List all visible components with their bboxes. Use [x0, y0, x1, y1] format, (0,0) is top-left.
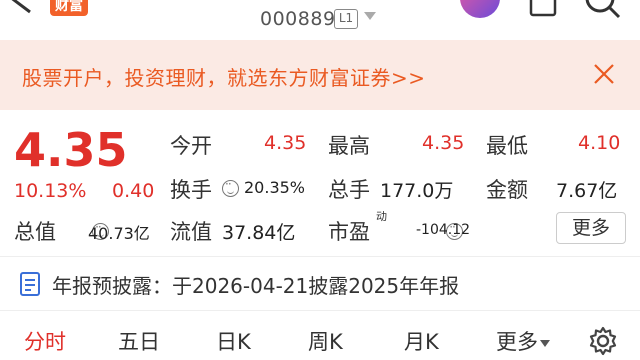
share-icon[interactable] — [528, 0, 558, 18]
app-logo: 财富 — [50, 0, 88, 16]
low-value: 4.10 — [578, 132, 621, 154]
mktcap-label: 总值 — [14, 220, 56, 244]
amount-label: 金额 — [486, 178, 528, 202]
level-badge: L1 — [334, 9, 358, 29]
amount-value: 7.67亿 — [556, 180, 618, 202]
high-label: 最高 — [328, 134, 370, 158]
avatar[interactable] — [460, 0, 500, 18]
turnover-label: 换手 — [170, 178, 212, 202]
pe-label: 市盈 — [328, 220, 370, 244]
document-icon — [20, 272, 40, 296]
change-percent: 10.13% — [14, 180, 87, 202]
promo-banner[interactable]: 股票开户，投资理财，就选东方财富证券>> — [0, 40, 640, 110]
chevron-down-icon[interactable] — [364, 12, 376, 20]
tab-weekly-k[interactable]: 周K — [308, 326, 343, 356]
turnover-value: 20.35% — [244, 178, 306, 197]
banner-text[interactable]: 股票开户，投资理财，就选东方财富证券>> — [22, 62, 426, 91]
volume-value: 177.0万 — [380, 180, 454, 202]
tab-monthly-k[interactable]: 月K — [404, 326, 439, 356]
pe-superscript: 动 — [376, 210, 387, 223]
chevron-down-icon — [540, 339, 550, 347]
divider — [0, 256, 640, 257]
divider — [0, 310, 640, 311]
tab-daily-k[interactable]: 日K — [216, 326, 251, 356]
open-value: 4.35 — [264, 132, 307, 154]
back-icon[interactable] — [8, 0, 36, 14]
change-amount: 0.40 — [112, 180, 155, 202]
report-notice[interactable]: 年报预披露：于2026-04-21披露2025年年报 — [52, 270, 459, 299]
search-icon[interactable] — [582, 0, 622, 20]
float-label: 流值 — [170, 220, 212, 244]
float-value: 37.84亿 — [222, 222, 296, 244]
volume-label: 总手 — [328, 178, 370, 202]
mktcap-value: 40.73亿 — [88, 224, 150, 243]
tab-more[interactable]: 更多 — [496, 326, 550, 356]
tab-intraday[interactable]: 分时 — [24, 326, 66, 356]
gear-icon[interactable] — [588, 326, 618, 356]
chart-tabs: 分时 五日 日K 周K 月K 更多 — [0, 322, 640, 360]
current-price: 4.35 — [14, 123, 128, 177]
low-label: 最低 — [486, 134, 528, 158]
stock-code[interactable]: 000889 — [260, 8, 336, 30]
tab-more-label: 更多 — [496, 330, 538, 354]
open-label: 今开 — [170, 134, 212, 158]
tab-five-day[interactable]: 五日 — [118, 326, 160, 356]
high-value: 4.35 — [422, 132, 465, 154]
close-icon[interactable] — [592, 62, 616, 86]
more-button[interactable]: 更多 — [556, 212, 626, 244]
top-header: 财富 000889 L1 — [0, 0, 640, 38]
pe-value: -104.12 — [416, 222, 471, 238]
info-icon[interactable] — [222, 177, 239, 197]
